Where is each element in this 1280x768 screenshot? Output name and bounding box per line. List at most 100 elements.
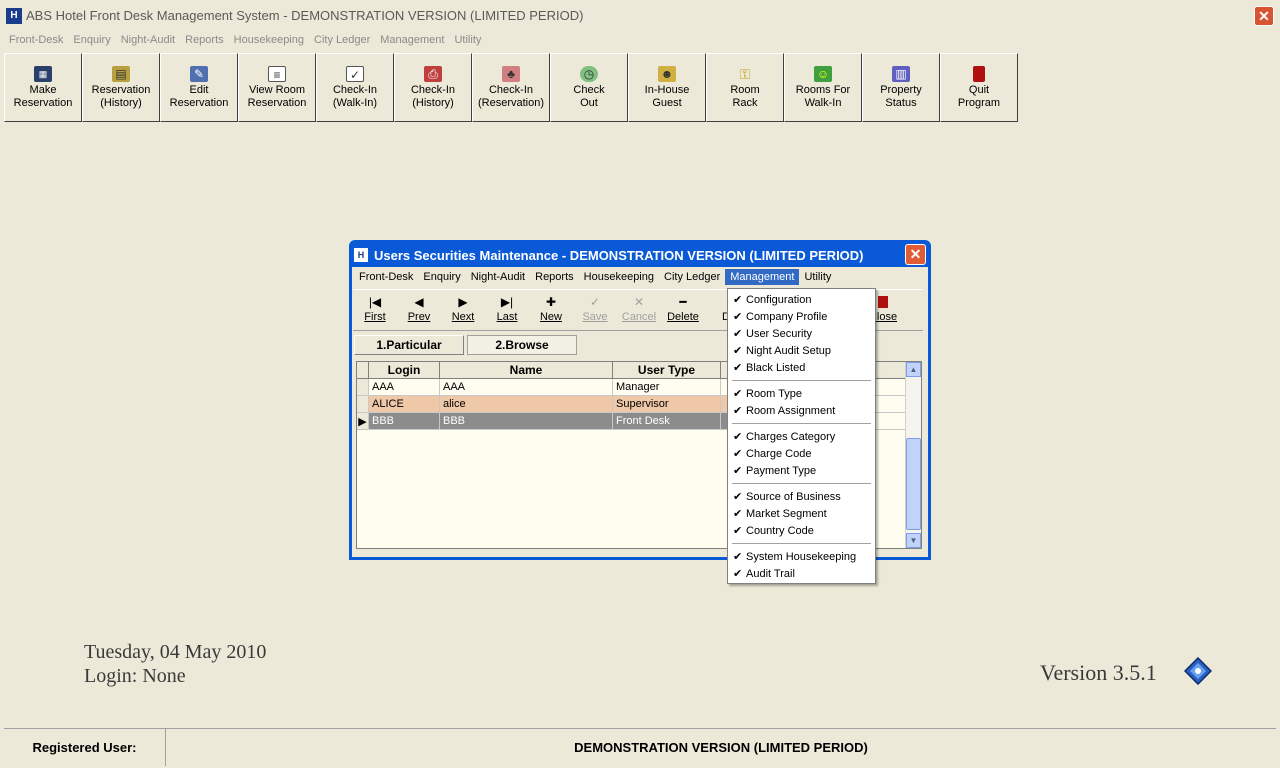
dialog-menu-city-ledger[interactable]: City Ledger	[659, 269, 725, 285]
cell-user-type: Front Desk	[613, 413, 721, 429]
delete-record-button[interactable]: ━ Delete	[661, 290, 705, 330]
app-logo-icon: H	[6, 7, 22, 24]
property-status-button[interactable]: ▥ Property Status	[862, 53, 940, 122]
scroll-up-icon[interactable]: ▲	[906, 362, 921, 377]
next-record-button[interactable]: ▶ Next	[441, 290, 485, 330]
dialog-logo-icon: H	[354, 248, 368, 262]
menu-utility[interactable]: Utility	[454, 34, 481, 46]
menu-item-company-profile[interactable]: ✔ Company Profile	[728, 308, 875, 325]
nav-label: Next	[451, 311, 475, 323]
menu-management[interactable]: Management	[380, 34, 444, 46]
dialog-close-button[interactable]: ✕	[905, 244, 926, 265]
check-out-button[interactable]: ◷ Check Out	[550, 53, 628, 122]
menu-enquiry[interactable]: Enquiry	[73, 34, 110, 46]
checkmark-icon: ✔	[733, 311, 743, 323]
menu-housekeeping[interactable]: Housekeeping	[234, 34, 304, 46]
cancel-x-icon: ✕	[633, 295, 645, 309]
scroll-down-icon[interactable]: ▼	[906, 533, 921, 548]
toolbar-label: Property Status	[880, 83, 922, 109]
menu-item-black-listed[interactable]: ✔ Black Listed	[728, 359, 875, 376]
dialog-menu-utility[interactable]: Utility	[799, 269, 836, 285]
first-record-button[interactable]: |◀ First	[353, 290, 397, 330]
dialog-menu-enquiry[interactable]: Enquiry	[418, 269, 465, 285]
menu-item-system-housekeeping[interactable]: ✔ System Housekeeping	[728, 548, 875, 565]
scrollbar-thumb[interactable]	[906, 438, 921, 530]
view-room-reservation-button[interactable]: ≡ View Room Reservation	[238, 53, 316, 122]
dialog-menu-front-desk[interactable]: Front-Desk	[354, 269, 418, 285]
tab-particular[interactable]: 1.Particular	[354, 335, 464, 355]
menu-item-charge-code[interactable]: ✔ Charge Code	[728, 445, 875, 462]
room-rack-button[interactable]: ⚿ Room Rack	[706, 53, 784, 122]
make-reservation-button[interactable]: ▦ Make Reservation	[4, 53, 82, 122]
menu-item-source-of-business[interactable]: ✔ Source of Business	[728, 488, 875, 505]
dialog-menu-reports[interactable]: Reports	[530, 269, 579, 285]
in-house-guest-button[interactable]: ☻ In-House Guest	[628, 53, 706, 122]
nav-label: Prev	[407, 311, 431, 323]
check-in-reservation-button[interactable]: ♣ Check-In (Reservation)	[472, 53, 550, 122]
cell-name: AAA	[440, 379, 613, 395]
menu-item-country-code[interactable]: ✔ Country Code	[728, 522, 875, 539]
toolbar-label: In-House Guest	[644, 83, 690, 109]
edit-icon: ✎	[190, 65, 208, 82]
menu-item-room-assignment[interactable]: ✔ Room Assignment	[728, 402, 875, 419]
printer-icon: ⎙	[424, 65, 442, 82]
diamond-logo-icon	[1184, 657, 1212, 685]
checkmark-icon: ✔	[733, 405, 743, 417]
menu-night-audit[interactable]: Night-Audit	[121, 34, 175, 46]
management-dropdown-menu: ✔ Configuration ✔ Company Profile ✔ User Se…	[727, 288, 876, 584]
menu-front-desk[interactable]: Front-Desk	[9, 34, 63, 46]
app-close-button[interactable]: ✕	[1254, 6, 1274, 26]
new-record-button[interactable]: ✚ New	[529, 290, 573, 330]
menu-item-room-type[interactable]: ✔ Room Type	[728, 385, 875, 402]
dialog-titlebar: H Users Securities Maintenance - DEMONST…	[352, 243, 928, 267]
tab-browse[interactable]: 2.Browse	[467, 335, 577, 355]
menu-item-user-security[interactable]: ✔ User Security	[728, 325, 875, 342]
menu-item-charges-category[interactable]: ✔ Charges Category	[728, 428, 875, 445]
toolbar-label: Check-In (Walk-In)	[332, 83, 378, 109]
edit-reservation-button[interactable]: ✎ Edit Reservation	[160, 53, 238, 122]
nav-label: First	[364, 311, 386, 323]
dialog-menu-management[interactable]: Management	[725, 269, 800, 285]
rooms-for-walk-in-button[interactable]: ☺ Rooms For Walk-In	[784, 53, 862, 122]
cancel-record-button[interactable]: ✕ Cancel	[617, 290, 661, 330]
grid-vertical-scrollbar[interactable]: ▲ ▼	[905, 362, 921, 548]
menu-item-night-audit-setup[interactable]: ✔ Night Audit Setup	[728, 342, 875, 359]
menu-item-configuration[interactable]: ✔ Configuration	[728, 291, 875, 308]
bell-icon: ♣	[502, 65, 520, 82]
next-icon: ▶	[458, 295, 468, 309]
check-in-walk-in-button[interactable]: ✓ Check-In (Walk-In)	[316, 53, 394, 122]
menu-item-audit-trail[interactable]: ✔ Audit Trail	[728, 565, 875, 582]
save-record-button[interactable]: ✓ Save	[573, 290, 617, 330]
column-header-user-type[interactable]: User Type	[613, 362, 721, 378]
last-icon: ▶|	[500, 295, 514, 309]
cell-login: ALICE	[369, 396, 440, 412]
menu-reports[interactable]: Reports	[185, 34, 224, 46]
menu-item-payment-type[interactable]: ✔ Payment Type	[728, 462, 875, 479]
column-header-name[interactable]: Name	[440, 362, 613, 378]
menu-city-ledger[interactable]: City Ledger	[314, 34, 370, 46]
toolbar-label: Check-In (History)	[410, 83, 456, 109]
minus-icon: ━	[679, 295, 687, 309]
key-icon: ⚿	[739, 65, 751, 82]
app-title: ABS Hotel Front Desk Management System -…	[26, 8, 584, 23]
checklist-icon: ✓	[346, 65, 364, 82]
dialog-menu-night-audit[interactable]: Night-Audit	[466, 269, 530, 285]
status-bar: Registered User: DEMONSTRATION VERSION (…	[4, 728, 1276, 766]
checkmark-icon: ✔	[733, 345, 743, 357]
check-in-history-button[interactable]: ⎙ Check-In (History)	[394, 53, 472, 122]
menu-item-market-segment[interactable]: ✔ Market Segment	[728, 505, 875, 522]
column-header-login[interactable]: Login	[369, 362, 440, 378]
plus-icon: ✚	[545, 295, 557, 309]
toolbar-label: Rooms For Walk-In	[795, 83, 851, 109]
login-status: Login: None	[84, 665, 186, 687]
reservation-history-button[interactable]: ▤ Reservation (History)	[82, 53, 160, 122]
quit-program-button[interactable]: Quit Program	[940, 53, 1018, 122]
prev-record-button[interactable]: ◀ Prev	[397, 290, 441, 330]
toolbar-label: Make Reservation	[13, 83, 73, 109]
nav-label: Last	[496, 311, 518, 323]
last-record-button[interactable]: ▶| Last	[485, 290, 529, 330]
checkmark-icon: ✔	[733, 508, 743, 520]
current-date: Tuesday, 04 May 2010	[84, 641, 267, 663]
app-titlebar: H ABS Hotel Front Desk Management System…	[0, 0, 1280, 31]
dialog-menu-housekeeping[interactable]: Housekeeping	[579, 269, 659, 285]
